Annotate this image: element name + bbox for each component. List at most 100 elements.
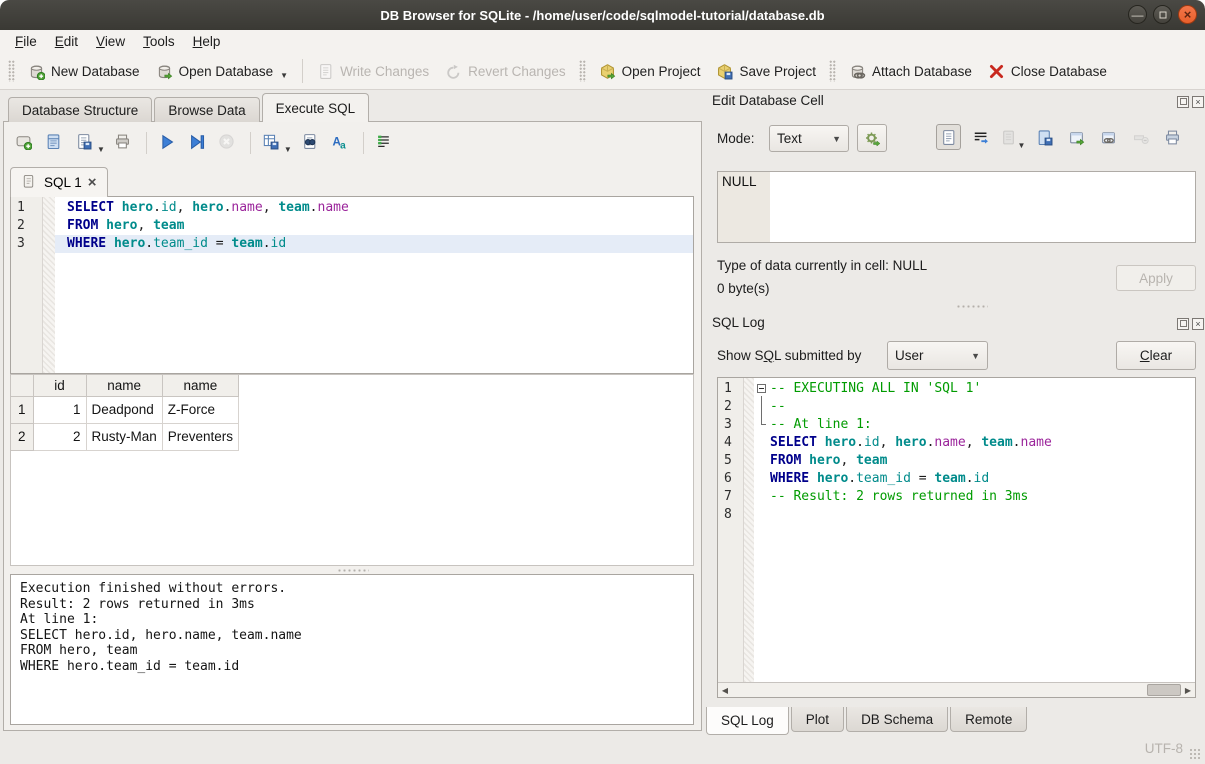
dropdown-arrow-icon[interactable]: ▼ <box>97 146 105 154</box>
sql-doc-tab[interactable]: SQL 1 × <box>10 167 108 197</box>
maximize-button[interactable] <box>1153 5 1172 24</box>
open-sql-file-button[interactable] <box>42 131 69 156</box>
minimize-button[interactable]: — <box>1128 5 1147 24</box>
execute-line-button[interactable] <box>185 131 212 156</box>
sql-document-icon <box>21 174 38 191</box>
resize-grip-icon[interactable] <box>1189 748 1202 761</box>
word-wrap-cell-button[interactable] <box>968 124 993 150</box>
close-dock-icon[interactable]: × <box>1192 318 1204 330</box>
revert-changes-button[interactable]: Revert Changes <box>437 59 574 84</box>
cell-value-editor[interactable]: NULL <box>717 171 1196 243</box>
tab-database-structure[interactable]: Database Structure <box>8 97 152 122</box>
table-header-row: idnamename <box>11 375 239 396</box>
float-dock-icon[interactable] <box>1177 96 1189 108</box>
dock-tab-plot[interactable]: Plot <box>791 707 844 732</box>
import-data-button[interactable]: ▼ <box>1000 124 1025 150</box>
export-data-button[interactable] <box>1032 124 1057 150</box>
open-database-button[interactable]: Open Database▼ <box>148 59 297 84</box>
table-cell[interactable]: Deadpond <box>86 396 162 423</box>
set-null-button[interactable] <box>1128 124 1153 150</box>
menu-file[interactable]: File <box>6 32 46 51</box>
toolbar-separator <box>363 132 364 154</box>
execute-sql-pane: ▼ ▼ Aa SQL 1 × 123SELECT hero.id, hero.nam… <box>3 121 702 731</box>
close-dock-icon[interactable]: × <box>1192 96 1204 108</box>
scrollbar-thumb[interactable] <box>1147 684 1181 696</box>
dock-tab-sql-log[interactable]: SQL Log <box>706 707 789 735</box>
execution-status-output[interactable]: Execution finished without errors. Resul… <box>10 574 694 725</box>
table-cell[interactable]: Preventers <box>162 423 238 450</box>
fold-margin[interactable] <box>756 416 770 434</box>
fold-margin[interactable] <box>756 380 770 398</box>
close-database-button[interactable]: Close Database <box>980 59 1115 84</box>
sql-doc-tab-label: SQL 1 <box>44 175 82 190</box>
float-dock-icon[interactable] <box>1177 318 1189 330</box>
menu-view[interactable]: View <box>87 32 134 51</box>
column-header[interactable]: name <box>162 375 238 396</box>
word-wrap-toggle-button[interactable] <box>372 131 399 156</box>
project-save-icon <box>716 63 733 80</box>
tab-execute-sql[interactable]: Execute SQL <box>262 93 370 122</box>
open-external-button[interactable] <box>1064 124 1089 150</box>
copy-link-button[interactable] <box>1096 124 1121 150</box>
play-line-icon <box>188 133 209 154</box>
sql-editor[interactable]: 123SELECT hero.id, hero.name, team.nameF… <box>10 196 694 374</box>
column-header[interactable]: id <box>33 375 86 396</box>
auto-apply-button[interactable] <box>857 124 887 152</box>
sql-log-view[interactable]: 12345678-- EXECUTING ALL IN 'SQL 1'---- … <box>717 377 1196 698</box>
new-database-button[interactable]: New Database <box>20 59 148 84</box>
corner-header[interactable] <box>11 375 33 396</box>
menu-edit[interactable]: Edit <box>46 32 87 51</box>
toolbar-drag-handle[interactable] <box>8 60 15 82</box>
scroll-right-icon[interactable]: ▶ <box>1181 683 1195 697</box>
dock-tab-remote[interactable]: Remote <box>950 707 1027 732</box>
tab-browse-data[interactable]: Browse Data <box>154 97 259 122</box>
menu-help[interactable]: Help <box>184 32 230 51</box>
save-sql-file-button[interactable]: ▼ <box>72 131 108 156</box>
find-replace-button[interactable] <box>298 131 325 156</box>
row-header[interactable]: 1 <box>11 396 33 423</box>
stop-execution-button[interactable] <box>215 131 242 156</box>
table-cell[interactable]: Rusty-Man <box>86 423 162 450</box>
dropdown-arrow-icon[interactable]: ▼ <box>1018 142 1026 150</box>
mode-select[interactable]: Text ▼ <box>769 125 849 152</box>
open-external-icon <box>1068 129 1085 146</box>
clear-log-button[interactable]: Clear <box>1116 341 1196 370</box>
dropdown-arrow-icon[interactable]: ▼ <box>284 146 292 154</box>
scroll-left-icon[interactable]: ◀ <box>718 683 732 697</box>
print-cell-button[interactable] <box>1160 124 1185 150</box>
new-sql-tab-button[interactable] <box>12 131 39 156</box>
toolbar-drag-handle[interactable] <box>579 60 586 82</box>
save-project-button[interactable]: Save Project <box>708 59 824 84</box>
table-cell[interactable]: 2 <box>33 423 86 450</box>
dock-tab-db-schema[interactable]: DB Schema <box>846 707 948 732</box>
fold-strip <box>744 378 754 682</box>
attach-database-button[interactable]: Attach Database <box>841 59 980 84</box>
splitter-handle[interactable] <box>337 568 369 573</box>
open-file-icon <box>45 133 66 154</box>
db-open-icon <box>156 63 173 80</box>
export-results-button[interactable]: ▼ <box>259 131 295 156</box>
text-mode-button[interactable] <box>936 124 961 150</box>
write-changes-button[interactable]: Write Changes <box>309 59 437 84</box>
table-cell[interactable]: Z-Force <box>162 396 238 423</box>
toolbar-drag-handle[interactable] <box>829 60 836 82</box>
format-sql-button[interactable]: Aa <box>328 131 355 156</box>
close-tab-icon[interactable]: × <box>88 175 97 190</box>
horizontal-scrollbar[interactable]: ◀ ▶ <box>718 682 1195 697</box>
line-number: 6 <box>718 470 743 488</box>
play-icon <box>158 133 179 154</box>
row-header[interactable]: 2 <box>11 423 33 450</box>
line-number: 1 <box>718 380 743 398</box>
line-number-gutter: 12345678 <box>718 378 744 682</box>
dropdown-arrow-icon[interactable]: ▼ <box>280 72 288 80</box>
menu-tools[interactable]: Tools <box>134 32 184 51</box>
close-button[interactable]: × <box>1178 5 1197 24</box>
execute-all-button[interactable] <box>155 131 182 156</box>
table-cell[interactable]: 1 <box>33 396 86 423</box>
print-sql-button[interactable] <box>111 131 138 156</box>
column-header[interactable]: name <box>86 375 162 396</box>
apply-button[interactable]: Apply <box>1116 265 1196 291</box>
dock-splitter-handle[interactable] <box>956 304 988 309</box>
open-project-button[interactable]: Open Project <box>591 59 709 84</box>
log-filter-select[interactable]: User ▼ <box>887 341 988 370</box>
